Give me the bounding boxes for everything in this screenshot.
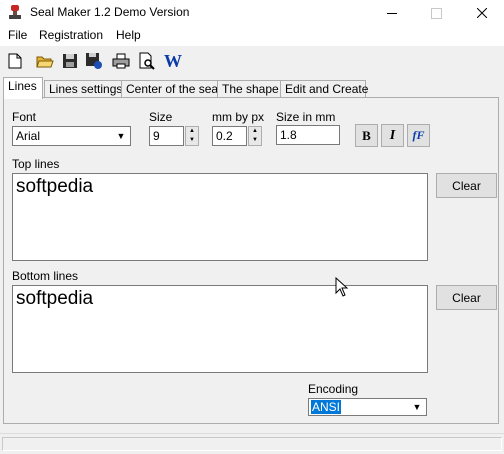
bottom-lines-clear-button[interactable]: Clear <box>436 285 497 310</box>
top-lines-textarea[interactable]: softpedia <box>12 173 428 261</box>
open-folder-icon <box>36 56 54 68</box>
menu-registration[interactable]: Registration <box>39 28 103 42</box>
save-as-icon <box>86 53 102 69</box>
window-title: Seal Maker 1.2 Demo Version <box>30 5 190 19</box>
encoding-select-value: ANSI <box>311 400 342 414</box>
bottom-lines-textarea[interactable]: softpedia <box>12 285 428 373</box>
size-in-mm-input[interactable]: 1.8 <box>276 125 340 145</box>
arrow-up-icon: ▲ <box>189 128 195 134</box>
mm-by-px-spinner[interactable]: ▲ ▼ <box>248 126 262 146</box>
bold-button[interactable]: B <box>355 124 378 147</box>
arrow-up-icon: ▲ <box>252 128 258 134</box>
font-label: Font <box>12 110 37 124</box>
save-as-button[interactable] <box>84 51 104 71</box>
arrow-down-icon: ▼ <box>252 137 258 143</box>
toolbar: W <box>0 46 504 76</box>
close-button[interactable] <box>459 0 504 26</box>
stamp-icon <box>7 4 23 20</box>
tab-lines[interactable]: Lines <box>3 77 43 99</box>
tab-lines-settings[interactable]: Lines settings <box>44 80 122 98</box>
mm-by-px-input[interactable]: 0.2 <box>212 126 247 146</box>
word-export-button[interactable]: W <box>162 51 184 71</box>
new-button[interactable] <box>5 51 25 71</box>
chevron-down-icon: ▼ <box>412 402 422 412</box>
chevron-down-icon: ▼ <box>116 131 126 141</box>
menu-file[interactable]: File <box>8 28 27 42</box>
maximize-button[interactable] <box>414 0 459 26</box>
status-pane <box>2 437 502 451</box>
close-icon <box>476 8 487 18</box>
mm-by-px-label: mm by px <box>212 110 265 124</box>
menu-bar: File Registration Help <box>0 26 504 46</box>
top-lines-clear-button[interactable]: Clear <box>436 173 497 198</box>
mouse-cursor-icon <box>335 277 349 297</box>
minimize-icon <box>386 12 397 14</box>
bold-icon: B <box>362 127 371 143</box>
save-button[interactable] <box>60 51 80 71</box>
font-select-value: Arial <box>16 129 41 143</box>
tab-center-of-the-seal[interactable]: Center of the seal <box>121 80 221 98</box>
tab-the-shape[interactable]: The shape <box>217 80 281 98</box>
new-file-icon <box>8 53 22 69</box>
font-select[interactable]: Arial ▼ <box>12 126 131 146</box>
font-effect-icon: fF <box>412 128 425 142</box>
font-effect-button[interactable]: fF <box>407 124 430 147</box>
menu-help[interactable]: Help <box>116 28 141 42</box>
size-in-mm-label: Size in mm <box>276 110 336 124</box>
bottom-lines-label: Bottom lines <box>12 269 79 283</box>
top-lines-label: Top lines <box>12 157 60 171</box>
word-export-icon: W <box>164 50 182 71</box>
arrow-down-icon: ▼ <box>189 137 195 143</box>
open-button[interactable] <box>35 51 55 71</box>
italic-button[interactable]: I <box>381 124 404 147</box>
print-button[interactable] <box>111 51 131 71</box>
encoding-select[interactable]: ANSI ▼ <box>308 398 427 416</box>
print-icon <box>112 53 130 69</box>
tab-edit-and-create[interactable]: Edit and Create <box>280 80 368 98</box>
minimize-button[interactable] <box>369 0 414 26</box>
title-bar: Seal Maker 1.2 Demo Version <box>0 0 504 26</box>
maximize-icon <box>431 7 442 19</box>
italic-icon: I <box>389 127 396 143</box>
print-preview-button[interactable] <box>137 51 157 71</box>
size-input[interactable]: 9 <box>149 126 184 146</box>
save-icon <box>63 54 77 68</box>
size-label: Size <box>149 110 173 124</box>
print-preview-icon <box>139 52 155 70</box>
encoding-label: Encoding <box>308 382 359 396</box>
size-spinner[interactable]: ▲ ▼ <box>185 126 199 146</box>
